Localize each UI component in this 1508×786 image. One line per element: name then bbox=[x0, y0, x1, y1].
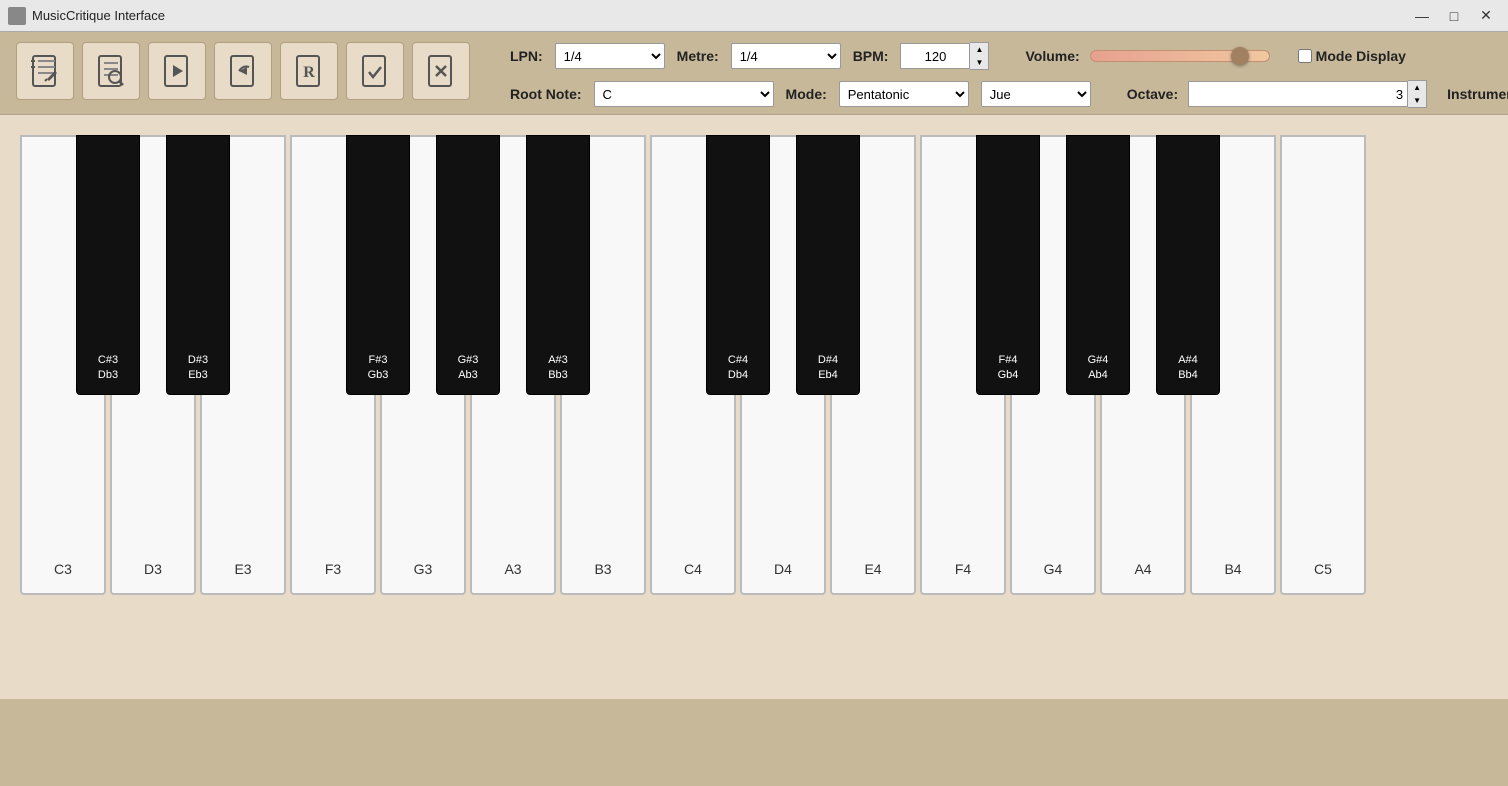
titlebar: MusicCritique Interface — □ ✕ bbox=[0, 0, 1508, 32]
params-area: LPN: 1/4 1/11/21/81/16 Metre: 1/41/12/43… bbox=[510, 42, 1508, 108]
mode-label: Mode: bbox=[786, 86, 827, 102]
mode-select[interactable]: PentatonicMajorMinor BluesDorian bbox=[839, 81, 969, 107]
bpm-spinner: ▲ ▼ bbox=[900, 42, 989, 70]
octave-spinner-btns: ▲ ▼ bbox=[1408, 80, 1427, 108]
root-note-select[interactable]: CC#DD# EFF#G G#AA#B bbox=[594, 81, 774, 107]
octave-spinner: ▲ ▼ bbox=[1188, 80, 1427, 108]
param-row-2: Root Note: CC#DD# EFF#G G#AA#B Mode: Pen… bbox=[510, 80, 1508, 108]
record-button[interactable]: R bbox=[280, 42, 338, 100]
octave-down-button[interactable]: ▼ bbox=[1408, 94, 1426, 107]
stop-clear-button[interactable] bbox=[412, 42, 470, 100]
volume-slider-track[interactable] bbox=[1090, 50, 1270, 62]
black-key-ds3[interactable]: D#3Eb3 bbox=[166, 135, 230, 395]
app-icon bbox=[8, 7, 26, 25]
window-controls: — □ ✕ bbox=[1408, 5, 1500, 27]
octave-area: Octave: ▲ ▼ bbox=[1127, 80, 1427, 108]
bpm-spinner-btns: ▲ ▼ bbox=[970, 42, 989, 70]
black-key-fs3[interactable]: F#3Gb3 bbox=[346, 135, 410, 395]
check-button[interactable] bbox=[346, 42, 404, 100]
black-key-cs4[interactable]: C#4Db4 bbox=[706, 135, 770, 395]
mode-display-area: Mode Display bbox=[1298, 48, 1406, 64]
volume-area: Volume: bbox=[1025, 48, 1269, 64]
play-button[interactable] bbox=[148, 42, 206, 100]
mode-display-checkbox[interactable] bbox=[1298, 49, 1312, 63]
lpn-select[interactable]: 1/4 1/11/21/81/16 bbox=[555, 43, 665, 69]
instrument-area: Instrument: PianoStringsBrass Acoustic G… bbox=[1447, 81, 1508, 107]
black-key-fs4[interactable]: F#4Gb4 bbox=[976, 135, 1040, 395]
piano-container: C3 D3 E3 F3 G3 A3 B3 C4 D4 E4 F4 G4 A4 B… bbox=[20, 135, 1366, 595]
mode-display-label: Mode Display bbox=[1316, 48, 1406, 64]
bpm-label: BPM: bbox=[853, 48, 889, 64]
minimize-button[interactable]: — bbox=[1408, 5, 1436, 27]
metre-label: Metre: bbox=[677, 48, 719, 64]
white-key-c5[interactable]: C5 bbox=[1280, 135, 1366, 595]
black-key-as4[interactable]: A#4Bb4 bbox=[1156, 135, 1220, 395]
param-row-1: LPN: 1/4 1/11/21/81/16 Metre: 1/41/12/43… bbox=[510, 42, 1508, 70]
bpm-input[interactable] bbox=[900, 43, 970, 69]
volume-slider-thumb[interactable] bbox=[1231, 47, 1249, 65]
octave-input[interactable] bbox=[1188, 81, 1408, 107]
lpn-label: LPN: bbox=[510, 48, 543, 64]
svg-text:R: R bbox=[303, 64, 315, 81]
tool-buttons: R bbox=[16, 42, 470, 100]
black-key-cs3[interactable]: C#3Db3 bbox=[76, 135, 140, 395]
root-note-label: Root Note: bbox=[510, 86, 582, 102]
bpm-down-button[interactable]: ▼ bbox=[970, 56, 988, 69]
app-title: MusicCritique Interface bbox=[32, 8, 1408, 23]
octave-up-button[interactable]: ▲ bbox=[1408, 81, 1426, 94]
mode-sub-select[interactable]: JueGongShangZhiYu bbox=[981, 81, 1091, 107]
black-key-as3[interactable]: A#3Bb3 bbox=[526, 135, 590, 395]
black-key-ds4[interactable]: D#4Eb4 bbox=[796, 135, 860, 395]
volume-label: Volume: bbox=[1025, 48, 1079, 64]
black-key-gs4[interactable]: G#4Ab4 bbox=[1066, 135, 1130, 395]
black-key-gs3[interactable]: G#3Ab3 bbox=[436, 135, 500, 395]
back-button[interactable] bbox=[214, 42, 272, 100]
metre-select[interactable]: 1/41/12/43/44/4 bbox=[731, 43, 841, 69]
instrument-label: Instrument: bbox=[1447, 86, 1508, 102]
octave-label: Octave: bbox=[1127, 86, 1178, 102]
toolbar-area: R LPN: 1/4 1/11/21/81/16 Metre: bbox=[0, 32, 1508, 115]
open-button[interactable] bbox=[82, 42, 140, 100]
bpm-up-button[interactable]: ▲ bbox=[970, 43, 988, 56]
new-edit-button[interactable] bbox=[16, 42, 74, 100]
piano-area: C3 D3 E3 F3 G3 A3 B3 C4 D4 E4 F4 G4 A4 B… bbox=[0, 115, 1508, 699]
close-button[interactable]: ✕ bbox=[1472, 5, 1500, 27]
restore-button[interactable]: □ bbox=[1440, 5, 1468, 27]
